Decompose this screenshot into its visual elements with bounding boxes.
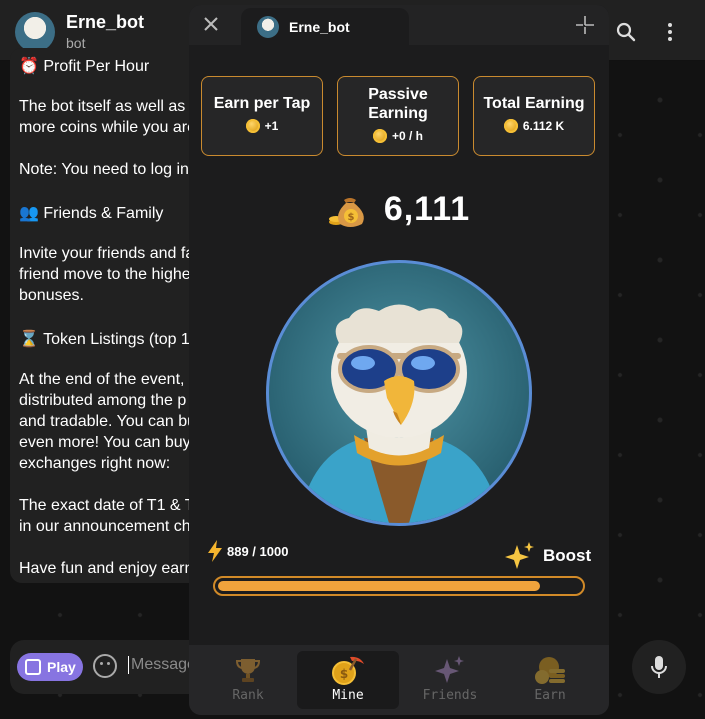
balance-value: 6,111 <box>383 189 471 228</box>
stat-value: 6.112 K <box>522 119 565 133</box>
stat-value-row: +0 / h <box>338 129 458 143</box>
nav-label: Earn <box>534 688 566 703</box>
tap-character-button[interactable] <box>266 260 532 526</box>
coin-icon <box>245 119 260 133</box>
message-line: Have fun and enjoy earn <box>19 560 194 577</box>
stat-title: Passive Earning <box>368 86 428 122</box>
sparkle-icon <box>435 656 464 683</box>
message-line: more coins while you are <box>19 119 196 136</box>
boost-label: Boost <box>543 546 592 565</box>
eagle-mascot-icon <box>299 304 501 523</box>
collapse-icon[interactable] <box>575 15 595 35</box>
emoji-icon[interactable] <box>93 654 117 678</box>
svg-text:$: $ <box>347 212 354 223</box>
stat-value-row: 6.112 K <box>474 119 594 133</box>
message-line: in our announcement ch <box>19 518 191 535</box>
mini-app-window: Erne_bot Earn per Tap +1 Passive Earning… <box>189 5 609 715</box>
message-text: At the end of the event, <box>19 371 185 388</box>
energy-value: 889 / 1000 <box>227 543 289 559</box>
tab-avatar <box>257 16 279 38</box>
message-line: bonuses. <box>19 287 84 304</box>
coin-icon <box>372 129 387 143</box>
more-vertical-icon[interactable] <box>662 20 678 44</box>
stat-title: Total Earning <box>483 95 585 112</box>
bottom-navigation: Rank $ Mine Friends Earn <box>189 645 609 715</box>
play-button-label: Play <box>47 659 76 675</box>
money-bag-icon: $ <box>328 198 364 227</box>
stat-value: +1 <box>264 119 279 133</box>
voice-record-button[interactable] <box>632 640 686 694</box>
energy-indicator: 889 / 1000 <box>207 540 288 562</box>
message-line: Note: You need to log in <box>19 161 189 178</box>
earn-per-tap-card: Earn per Tap +1 <box>201 76 323 156</box>
tab-label: Erne_bot <box>289 19 350 35</box>
message-line: ⏰ Profit Per Hour <box>19 58 150 75</box>
nav-label: Rank <box>232 688 264 703</box>
boost-button[interactable]: Boost <box>505 541 591 571</box>
message-line: and tradable. You can bu <box>19 413 197 430</box>
svg-text:$: $ <box>340 667 348 681</box>
trophy-icon <box>235 659 261 682</box>
microphone-icon <box>651 656 667 678</box>
stat-title: Earn per Tap <box>213 95 311 112</box>
stat-value-row: +1 <box>202 119 322 133</box>
mini-app-tab[interactable]: Erne_bot <box>241 8 409 45</box>
message-line: friend move to the highe <box>19 266 191 283</box>
mini-app-topbar: Erne_bot <box>189 5 609 45</box>
message-line: 👥 Friends & Family <box>19 205 164 222</box>
coin-balance: $ 6,111 <box>189 188 609 230</box>
nav-label: Mine <box>332 688 364 703</box>
pickaxe-coin-icon: $ <box>332 656 364 685</box>
nav-label: Friends <box>422 688 478 703</box>
lightning-icon <box>208 540 222 562</box>
nav-friends[interactable]: Friends <box>399 651 501 709</box>
passive-earning-card: Passive Earning +0 / h <box>337 76 459 156</box>
message-line: exchanges right now: <box>19 455 171 472</box>
message-line: The exact date of T1 & T <box>19 497 195 514</box>
chat-title[interactable]: Erne_bot <box>66 12 144 33</box>
message-line: distributed among the p <box>19 392 187 409</box>
total-earning-card: Total Earning 6.112 K <box>473 76 595 156</box>
nav-mine[interactable]: $ Mine <box>297 651 399 709</box>
energy-progress-bar <box>213 576 585 596</box>
app-square-icon <box>25 659 41 675</box>
bot-avatar[interactable] <box>15 12 55 52</box>
message-line: The bot itself as well as <box>19 98 186 115</box>
coin-icon <box>503 119 518 133</box>
energy-progress-fill <box>218 581 540 591</box>
coins-icon <box>535 657 565 684</box>
message-line: Invite your friends and fa <box>19 245 195 262</box>
message-line: ⌛ Token Listings (top 1 <box>19 331 190 348</box>
sparkle-icon <box>505 542 534 569</box>
nav-earn[interactable]: Earn <box>499 651 601 709</box>
message-input[interactable]: Message <box>128 656 196 674</box>
play-button[interactable]: Play <box>17 653 83 681</box>
message-line: even more! You can buy <box>19 434 191 451</box>
stat-value: +0 / h <box>391 129 423 143</box>
message-line: At the end of the event, S <box>19 371 200 389</box>
nav-rank[interactable]: Rank <box>197 651 299 709</box>
search-icon[interactable] <box>616 22 636 42</box>
close-icon[interactable] <box>201 14 221 34</box>
